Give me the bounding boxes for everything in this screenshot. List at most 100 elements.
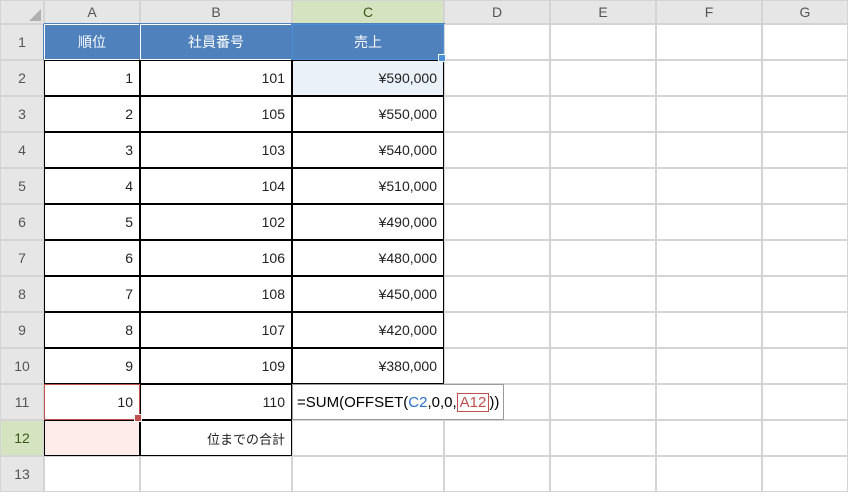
cell-G1[interactable]	[762, 24, 848, 60]
cell-E7[interactable]	[550, 240, 656, 276]
cell-A2[interactable]: 1	[44, 60, 140, 96]
cell-A9[interactable]: 8	[44, 312, 140, 348]
cell-E11[interactable]	[550, 384, 656, 420]
cell-B5[interactable]: 104	[140, 168, 292, 204]
cell-A8[interactable]: 7	[44, 276, 140, 312]
row-header-10[interactable]: 10	[0, 348, 44, 384]
formula-editor[interactable]: =SUM(OFFSET(C2,0,0,A12))	[292, 384, 504, 420]
cell-A3[interactable]: 2	[44, 96, 140, 132]
row-header-6[interactable]: 6	[0, 204, 44, 240]
row-header-9[interactable]: 9	[0, 312, 44, 348]
cell-A4[interactable]: 3	[44, 132, 140, 168]
cell-G9[interactable]	[762, 312, 848, 348]
cell-D1[interactable]	[444, 24, 550, 60]
cell-F1[interactable]	[656, 24, 762, 60]
cell-E13[interactable]	[550, 456, 656, 492]
col-header-A[interactable]: A	[44, 0, 140, 24]
cell-G4[interactable]	[762, 132, 848, 168]
row-header-7[interactable]: 7	[0, 240, 44, 276]
cell-G12[interactable]	[762, 420, 848, 456]
row-header-4[interactable]: 4	[0, 132, 44, 168]
header-sales[interactable]: 売上	[292, 24, 444, 60]
cell-A6[interactable]: 5	[44, 204, 140, 240]
cell-B12[interactable]: 位までの合計	[140, 420, 292, 456]
cell-B10[interactable]: 109	[140, 348, 292, 384]
cell-G5[interactable]	[762, 168, 848, 204]
cell-E4[interactable]	[550, 132, 656, 168]
cell-B13[interactable]	[140, 456, 292, 492]
cell-D7[interactable]	[444, 240, 550, 276]
cell-G7[interactable]	[762, 240, 848, 276]
cell-E3[interactable]	[550, 96, 656, 132]
header-emp[interactable]: 社員番号	[140, 24, 292, 60]
cell-G8[interactable]	[762, 276, 848, 312]
cell-C2[interactable]: ¥590,000	[292, 60, 444, 96]
cell-C4[interactable]: ¥540,000	[292, 132, 444, 168]
cell-C9[interactable]: ¥420,000	[292, 312, 444, 348]
row-header-12[interactable]: 12	[0, 420, 44, 456]
cell-F13[interactable]	[656, 456, 762, 492]
cell-D12[interactable]	[444, 420, 550, 456]
col-header-C[interactable]: C	[292, 0, 444, 24]
cell-A11[interactable]: 10	[44, 384, 140, 420]
cell-F5[interactable]	[656, 168, 762, 204]
cell-E5[interactable]	[550, 168, 656, 204]
cell-F10[interactable]	[656, 348, 762, 384]
col-header-G[interactable]: G	[762, 0, 848, 24]
cell-A12[interactable]	[44, 420, 140, 456]
cell-C13[interactable]	[292, 456, 444, 492]
cell-E2[interactable]	[550, 60, 656, 96]
cell-E1[interactable]	[550, 24, 656, 60]
cell-E12[interactable]	[550, 420, 656, 456]
row-header-13[interactable]: 13	[0, 456, 44, 492]
cell-C3[interactable]: ¥550,000	[292, 96, 444, 132]
cell-A10[interactable]: 9	[44, 348, 140, 384]
cell-E10[interactable]	[550, 348, 656, 384]
cell-G2[interactable]	[762, 60, 848, 96]
select-all-corner[interactable]	[0, 0, 44, 24]
cell-F12[interactable]	[656, 420, 762, 456]
cell-C7[interactable]: ¥480,000	[292, 240, 444, 276]
cell-C10[interactable]: ¥380,000	[292, 348, 444, 384]
cell-G6[interactable]	[762, 204, 848, 240]
cell-G10[interactable]	[762, 348, 848, 384]
row-header-1[interactable]: 1	[0, 24, 44, 60]
cell-A7[interactable]: 6	[44, 240, 140, 276]
cell-B4[interactable]: 103	[140, 132, 292, 168]
cell-E6[interactable]	[550, 204, 656, 240]
cell-D10[interactable]	[444, 348, 550, 384]
spreadsheet-grid[interactable]: A B C D E F G 1 順位 社員番号 売上 2 1 101 ¥590,…	[0, 0, 848, 492]
cell-G13[interactable]	[762, 456, 848, 492]
cell-D6[interactable]	[444, 204, 550, 240]
cell-B2[interactable]: 101	[140, 60, 292, 96]
cell-G3[interactable]	[762, 96, 848, 132]
cell-D13[interactable]	[444, 456, 550, 492]
cell-G11[interactable]	[762, 384, 848, 420]
row-header-3[interactable]: 3	[0, 96, 44, 132]
row-header-11[interactable]: 11	[0, 384, 44, 420]
col-header-E[interactable]: E	[550, 0, 656, 24]
row-header-5[interactable]: 5	[0, 168, 44, 204]
cell-E9[interactable]	[550, 312, 656, 348]
cell-A5[interactable]: 4	[44, 168, 140, 204]
row-header-8[interactable]: 8	[0, 276, 44, 312]
cell-E8[interactable]	[550, 276, 656, 312]
cell-B11[interactable]: 110	[140, 384, 292, 420]
cell-C5[interactable]: ¥510,000	[292, 168, 444, 204]
cell-B8[interactable]: 108	[140, 276, 292, 312]
cell-A13[interactable]	[44, 456, 140, 492]
cell-D8[interactable]	[444, 276, 550, 312]
cell-D9[interactable]	[444, 312, 550, 348]
header-rank[interactable]: 順位	[44, 24, 140, 60]
col-header-F[interactable]: F	[656, 0, 762, 24]
col-header-D[interactable]: D	[444, 0, 550, 24]
col-header-B[interactable]: B	[140, 0, 292, 24]
cell-F11[interactable]	[656, 384, 762, 420]
cell-C8[interactable]: ¥450,000	[292, 276, 444, 312]
cell-C6[interactable]: ¥490,000	[292, 204, 444, 240]
cell-F7[interactable]	[656, 240, 762, 276]
cell-C12[interactable]	[292, 420, 444, 456]
cell-F3[interactable]	[656, 96, 762, 132]
row-header-2[interactable]: 2	[0, 60, 44, 96]
cell-B3[interactable]: 105	[140, 96, 292, 132]
